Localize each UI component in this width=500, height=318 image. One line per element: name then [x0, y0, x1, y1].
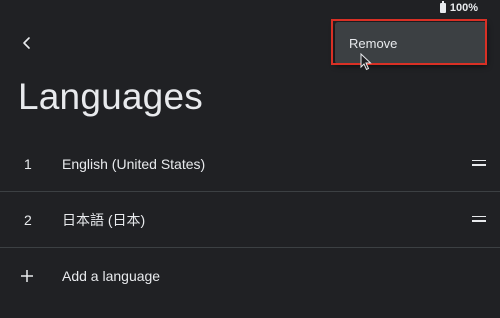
- context-menu: Remove: [335, 22, 487, 64]
- language-row[interactable]: 1 English (United States): [0, 136, 500, 192]
- page-title: Languages: [18, 76, 203, 117]
- battery-icon: [439, 1, 446, 13]
- language-index: 1: [24, 155, 32, 172]
- mouse-pointer-icon: [360, 53, 372, 71]
- language-name: English (United States): [62, 155, 206, 172]
- chevron-left-icon: [23, 37, 30, 49]
- drag-handle-icon[interactable]: [472, 159, 486, 168]
- language-list: 1 English (United States) 2 日本語 (日本) Add…: [0, 136, 500, 303]
- battery-percent: 100%: [449, 2, 478, 14]
- back-button[interactable]: [14, 30, 40, 56]
- language-index: 2: [24, 211, 32, 228]
- language-row[interactable]: 2 日本語 (日本): [0, 192, 500, 248]
- add-language-label: Add a language: [62, 267, 161, 284]
- drag-handle-icon[interactable]: [472, 215, 486, 224]
- plus-icon: [0, 269, 62, 283]
- add-language-button[interactable]: Add a language: [0, 248, 500, 303]
- status-bar: 100%: [439, 0, 478, 16]
- remove-menu-item[interactable]: Remove: [335, 22, 487, 64]
- language-name: 日本語 (日本): [62, 211, 146, 228]
